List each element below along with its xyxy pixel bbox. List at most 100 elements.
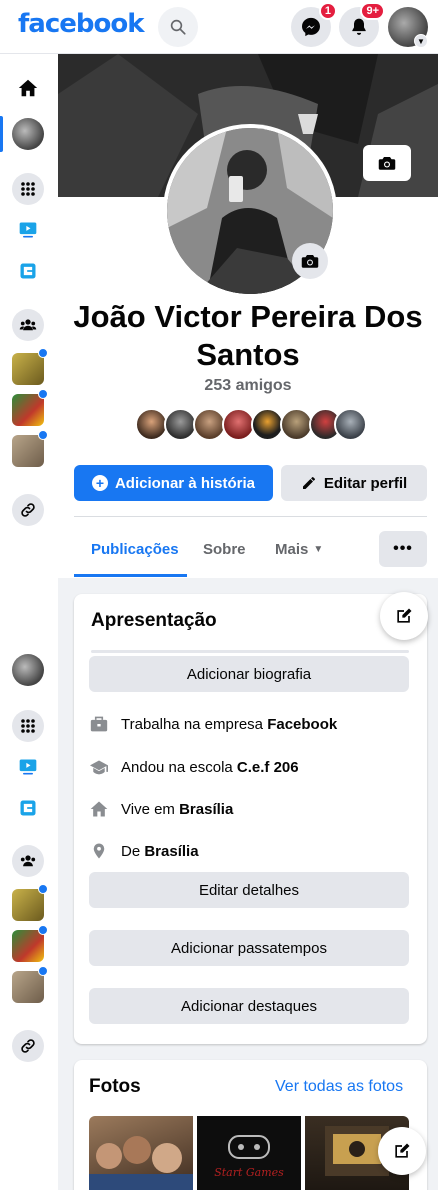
graduation-cap-icon xyxy=(89,757,109,777)
add-hobbies-button[interactable]: Adicionar passatempos xyxy=(89,930,409,966)
tabs-divider xyxy=(74,516,427,517)
work-prefix: Trabalha na empresa xyxy=(121,715,268,733)
intro-title: Apresentação xyxy=(91,610,217,631)
grid-menu-icon xyxy=(21,719,35,733)
link-shortcut[interactable] xyxy=(12,1030,44,1062)
profile-name: João Victor Pereira Dos Santos xyxy=(73,299,423,372)
notifications-button[interactable]: 9+ xyxy=(339,2,385,47)
school-info-row: Andou na escola C.e.f 206 xyxy=(89,755,299,779)
tab-sobre[interactable]: Sobre xyxy=(203,531,246,567)
active-tab-underline xyxy=(74,574,187,577)
intro-scroll-shadow xyxy=(91,650,409,653)
edit-cover-button[interactable] xyxy=(363,145,411,181)
groups-shortcut[interactable] xyxy=(12,845,44,877)
chevron-down-icon[interactable]: ▼ xyxy=(414,34,428,48)
camera-icon xyxy=(301,255,319,268)
school-prefix: Andou na escola xyxy=(121,758,237,776)
group-shortcut-1[interactable] xyxy=(12,353,44,385)
residence-prefix: Vive em xyxy=(121,800,180,818)
profile-shortcut-avatar[interactable] xyxy=(12,654,44,686)
home-icon xyxy=(89,799,109,819)
group-unread-dot xyxy=(38,348,48,358)
compose-fab[interactable] xyxy=(378,1127,426,1175)
link-icon xyxy=(21,1039,35,1053)
active-indicator xyxy=(0,116,3,152)
messenger-button[interactable]: 1 xyxy=(291,2,337,47)
profile-shortcut-avatar[interactable] xyxy=(12,118,44,150)
group-shortcut-2[interactable] xyxy=(12,930,44,962)
gaming-shortcut[interactable] xyxy=(12,792,44,824)
start-games-text: Start Games xyxy=(214,1166,284,1179)
work-value[interactable]: Facebook xyxy=(267,716,337,733)
photo-thumbnail[interactable] xyxy=(89,1116,193,1190)
watch-video-icon xyxy=(19,759,37,775)
gaming-icon xyxy=(20,800,36,816)
watch-video-icon xyxy=(19,222,37,238)
groups-icon xyxy=(20,855,36,867)
group-unread-dot xyxy=(38,430,48,440)
add-featured-button[interactable]: Adicionar destaques xyxy=(89,988,409,1024)
edit-profile-label: Editar perfil xyxy=(323,474,408,492)
edit-profile-button[interactable]: Editar perfil xyxy=(281,465,427,501)
grid-menu-icon xyxy=(21,182,35,196)
camera-icon xyxy=(378,157,396,170)
group-unread-dot xyxy=(38,966,48,976)
search-button[interactable] xyxy=(158,7,198,47)
watch-shortcut[interactable] xyxy=(12,751,44,783)
group-shortcut-2[interactable] xyxy=(12,394,44,426)
group-unread-dot xyxy=(38,884,48,894)
tab-mais[interactable]: Mais ▼ xyxy=(275,531,323,567)
photos-title: Fotos xyxy=(89,1076,141,1097)
hometown-prefix: De xyxy=(121,842,145,860)
menu-shortcut[interactable] xyxy=(12,710,44,742)
add-to-story-label: Adicionar à história xyxy=(114,474,256,492)
plus-circle-icon: + xyxy=(91,475,108,491)
group-unread-dot xyxy=(38,389,48,399)
caret-down-icon: ▼ xyxy=(313,543,324,555)
group-unread-dot xyxy=(38,925,48,935)
groups-icon xyxy=(19,319,37,331)
search-icon xyxy=(170,19,186,35)
school-value[interactable]: C.e.f 206 xyxy=(237,759,299,776)
work-info-row: Trabalha na empresa Facebook xyxy=(89,712,337,736)
groups-shortcut[interactable] xyxy=(12,309,44,341)
friend-avatar[interactable] xyxy=(334,408,367,441)
see-all-photos-link[interactable]: Ver todas as fotos xyxy=(275,1078,403,1096)
facebook-logo[interactable]: facebook xyxy=(18,9,145,39)
compose-icon xyxy=(395,1143,410,1158)
residence-value[interactable]: Brasília xyxy=(179,801,233,818)
hometown-info-row: De Brasília xyxy=(89,839,199,863)
home-icon xyxy=(18,79,38,97)
compose-icon xyxy=(397,608,412,623)
edit-profile-picture-button[interactable] xyxy=(292,243,328,279)
home-shortcut[interactable] xyxy=(12,72,44,104)
group-shortcut-1[interactable] xyxy=(12,889,44,921)
top-navigation-bar: facebook 1 9+ ▼ xyxy=(0,0,438,54)
link-shortcut[interactable] xyxy=(12,494,44,526)
add-bio-button[interactable]: Adicionar biografia xyxy=(89,656,409,692)
bell-icon xyxy=(352,18,366,35)
residence-info-row: Vive em Brasília xyxy=(89,797,233,821)
notifications-badge: 9+ xyxy=(360,2,385,20)
menu-shortcut[interactable] xyxy=(12,173,44,205)
group-shortcut-3[interactable] xyxy=(12,435,44,467)
pencil-icon xyxy=(302,477,315,489)
add-to-story-button[interactable]: + Adicionar à história xyxy=(74,465,273,501)
watch-shortcut[interactable] xyxy=(12,214,44,246)
photo-thumbnail[interactable]: Start Games xyxy=(197,1116,301,1190)
tab-publicacoes[interactable]: Publicações xyxy=(91,531,179,567)
messenger-icon xyxy=(302,17,320,37)
gaming-shortcut[interactable] xyxy=(12,255,44,287)
group-shortcut-3[interactable] xyxy=(12,971,44,1003)
messenger-badge: 1 xyxy=(318,2,337,20)
link-icon xyxy=(21,503,35,517)
hometown-value[interactable]: Brasília xyxy=(144,843,198,860)
location-pin-icon xyxy=(89,841,109,861)
gaming-icon xyxy=(20,263,36,279)
more-options-button[interactable]: ••• xyxy=(379,531,427,567)
briefcase-icon xyxy=(89,714,109,734)
tab-mais-label: Mais xyxy=(275,540,309,558)
friends-count[interactable]: 253 amigos xyxy=(58,377,438,395)
edit-intro-fab[interactable] xyxy=(380,592,428,640)
edit-details-button[interactable]: Editar detalhes xyxy=(89,872,409,908)
